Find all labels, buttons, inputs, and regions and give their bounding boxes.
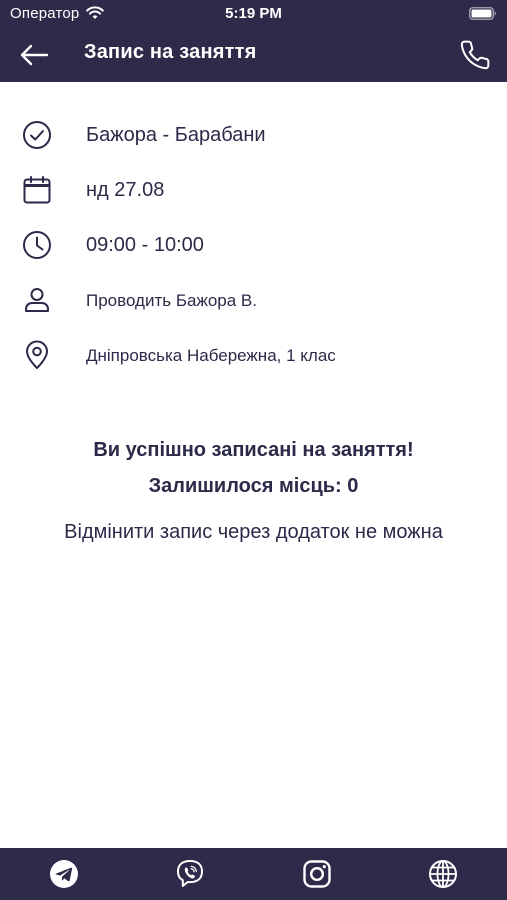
back-button[interactable] xyxy=(18,42,50,68)
status-time: 5:19 PM xyxy=(225,5,282,22)
page-title: Запис на заняття xyxy=(84,41,257,63)
globe-icon[interactable] xyxy=(427,858,459,890)
clock-icon xyxy=(23,231,51,259)
location-row: Дніпровська Набережна, 1 клас xyxy=(0,328,507,383)
instagram-icon[interactable] xyxy=(301,858,333,890)
telegram-icon[interactable] xyxy=(48,858,80,890)
lesson-row: Бажора - Барабани xyxy=(0,108,507,163)
lesson-time: 09:00 - 10:00 xyxy=(86,234,204,256)
top-area: Оператор 5:19 PM Запис на заняття xyxy=(0,0,507,82)
lesson-date: нд 27.08 xyxy=(86,179,165,201)
check-circle-icon xyxy=(23,121,51,149)
calendar-icon xyxy=(23,176,51,204)
phone-button[interactable] xyxy=(459,39,491,71)
teacher-row: Проводить Бажора В. xyxy=(0,273,507,328)
social-bar xyxy=(0,848,507,900)
nav-bar: Запис на заняття xyxy=(0,28,507,82)
lesson-details: Бажора - Барабани нд 27.08 09:00 - 10:00… xyxy=(0,108,507,383)
status-bar: Оператор 5:19 PM xyxy=(0,0,507,28)
date-row: нд 27.08 xyxy=(0,163,507,218)
time-row: 09:00 - 10:00 xyxy=(0,218,507,273)
lesson-name: Бажора - Барабани xyxy=(86,124,266,146)
person-icon xyxy=(25,288,49,312)
viber-icon[interactable] xyxy=(174,858,206,890)
cancel-note: Відмінити запис через додаток не можна xyxy=(64,521,443,543)
battery-icon xyxy=(469,7,496,20)
location-pin-icon xyxy=(26,340,48,369)
booking-messages: Ви успішно записані на заняття! Залишило… xyxy=(0,432,507,546)
lesson-location: Дніпровська Набережна, 1 клас xyxy=(86,346,336,365)
lesson-teacher: Проводить Бажора В. xyxy=(86,291,257,310)
seats-left: Залишилося місць: 0 xyxy=(148,475,359,497)
success-message: Ви успішно записані на заняття! xyxy=(93,439,414,461)
